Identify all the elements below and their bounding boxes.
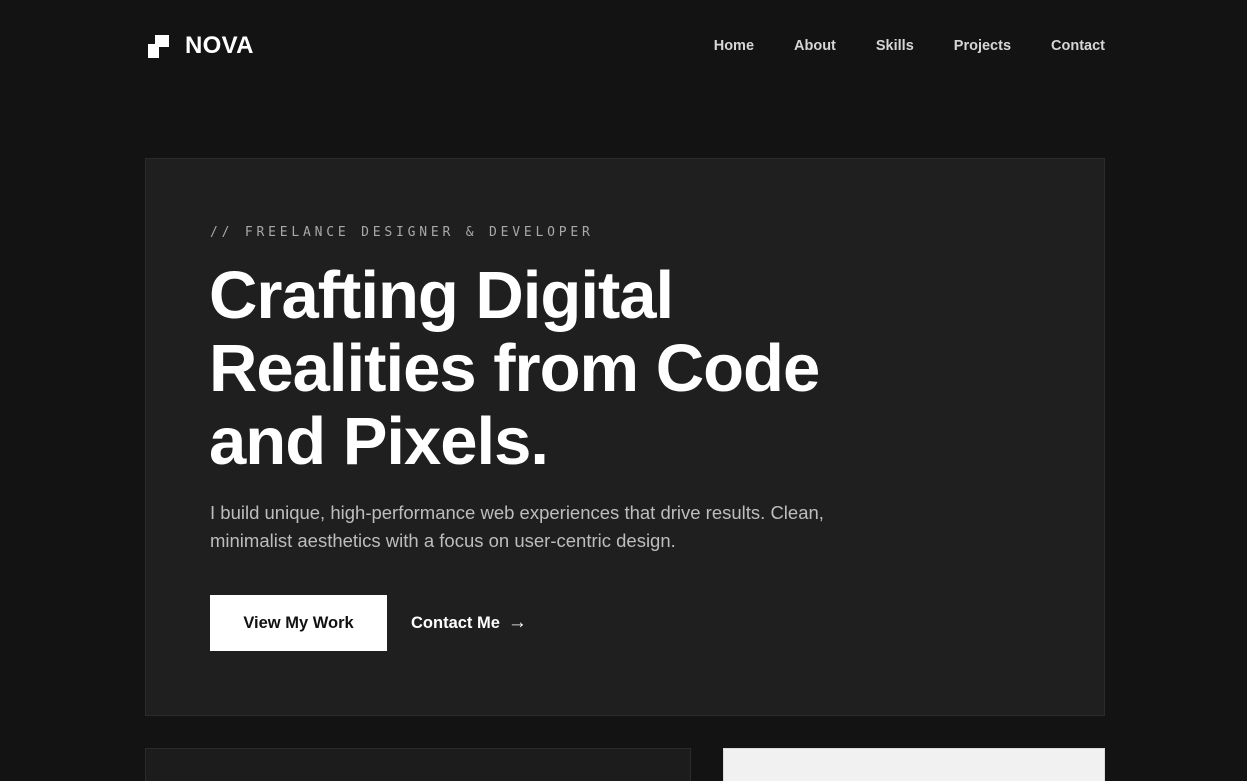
contact-me-label: Contact Me [411, 613, 500, 632]
nav-item-home[interactable]: Home [714, 38, 754, 54]
nav-item-projects[interactable]: Projects [954, 38, 1011, 54]
secondary-card [145, 748, 691, 781]
headline-line-1: Crafting Digital [209, 258, 674, 333]
nav-item-about[interactable]: About [794, 38, 836, 54]
brand-logo-link[interactable]: NOVA [145, 32, 254, 60]
hero-card: // FREELANCE DESIGNER & DEVELOPER Crafti… [145, 158, 1105, 716]
hero-headline: Crafting Digital Realities from Code and… [209, 259, 969, 478]
arrow-right-icon: → [507, 612, 527, 633]
portfolio-page: NOVA Home About Skills Projects Contact … [0, 0, 1247, 781]
nova-logo-icon [145, 33, 171, 59]
headline-line-3: and Pixels. [209, 404, 549, 479]
main-nav: Home About Skills Projects Contact [714, 38, 1105, 54]
nav-item-contact[interactable]: Contact [1051, 38, 1105, 54]
site-header: NOVA Home About Skills Projects Contact [145, 28, 1105, 64]
brand-name: NOVA [185, 32, 254, 59]
contact-me-link[interactable]: Contact Me → [411, 595, 527, 651]
hero-eyebrow: // FREELANCE DESIGNER & DEVELOPER [210, 225, 594, 240]
image-card [723, 748, 1105, 781]
nav-item-skills[interactable]: Skills [876, 38, 914, 54]
hero-description: I build unique, high-performance web exp… [210, 502, 824, 551]
view-my-work-button[interactable]: View My Work [210, 595, 387, 651]
headline-line-2: Realities from Code [209, 331, 820, 406]
